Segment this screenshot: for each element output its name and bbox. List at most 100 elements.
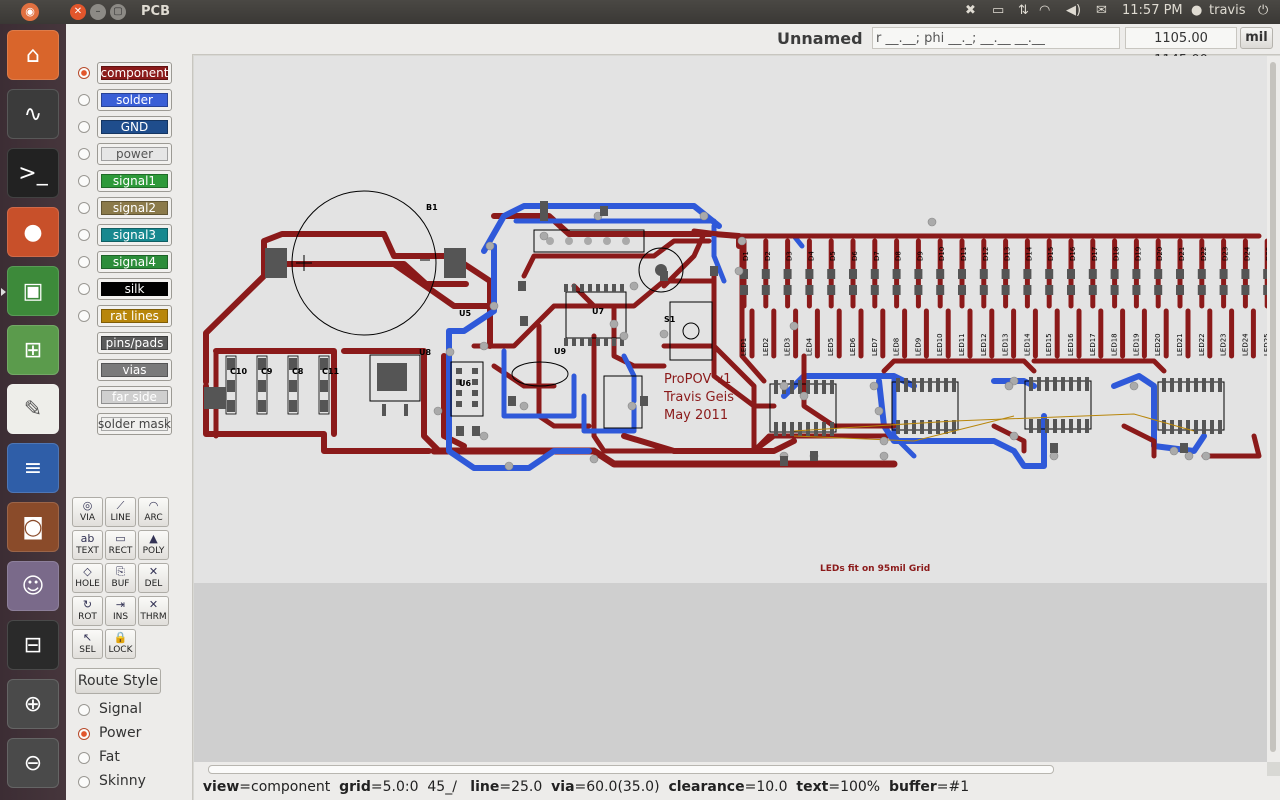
thrm-tool-button[interactable]: ✕ THRM: [138, 596, 169, 626]
buf-tool-button[interactable]: ⎘ BUF: [105, 563, 136, 593]
maximize-window-button[interactable]: ▢: [110, 4, 126, 20]
vertical-scroll-thumb[interactable]: [1270, 62, 1276, 752]
via: [1201, 451, 1211, 461]
dropbox-icon[interactable]: ✖: [965, 3, 976, 18]
route-style-radio[interactable]: [78, 704, 90, 716]
layer-select-radio[interactable]: [78, 121, 90, 133]
driver-ic-pad: [1053, 419, 1057, 433]
layer-select-radio[interactable]: [78, 283, 90, 295]
minimize-window-button[interactable]: –: [90, 4, 106, 20]
via: [699, 211, 709, 221]
mail-icon[interactable]: ✉: [1096, 3, 1107, 18]
layer-toggle-button[interactable]: signal3: [97, 224, 172, 246]
layer-select-radio[interactable]: [78, 229, 90, 241]
layer-toggle-button[interactable]: signal2: [97, 197, 172, 219]
route-style-label: Signal: [99, 701, 143, 717]
wifi-icon[interactable]: ◠: [1039, 3, 1050, 18]
network-icon[interactable]: ⇅: [1018, 3, 1029, 18]
view-toggle-button[interactable]: solder mask: [97, 413, 172, 435]
chip-pad: [472, 401, 478, 407]
poly-tool-button[interactable]: ▲ POLY: [138, 530, 169, 560]
line-tool-button[interactable]: ⟋ LINE: [105, 497, 136, 527]
system-monitor-icon[interactable]: ∿: [7, 89, 59, 139]
layer-select-radio[interactable]: [78, 202, 90, 214]
horizontal-scrollbar[interactable]: [194, 762, 1267, 776]
layer-row-GND: GND: [66, 116, 192, 140]
layer-toggle-button[interactable]: power: [97, 143, 172, 165]
pcb-layout[interactable]: D1 LED1 D2 LED2 D3 LED3 D4 LED4 D5 LED5 D6 LED6 D7 LE…: [194, 56, 1267, 762]
route-style-radio[interactable]: [78, 752, 90, 764]
text-tool-button[interactable]: ab TEXT: [72, 530, 103, 560]
rot-tool-button[interactable]: ↻ ROT: [72, 596, 103, 626]
units-toggle-button[interactable]: mil: [1240, 27, 1273, 49]
driver-ic-pad: [1194, 420, 1198, 434]
designator-label: U8: [419, 348, 431, 357]
hole-icon: ◇: [83, 565, 92, 578]
led-silk-label: LED18: [1111, 333, 1119, 356]
status-text: 100%: [840, 779, 881, 795]
gschem-icon[interactable]: ⊞: [7, 325, 59, 375]
clock[interactable]: 11:57 PM: [1122, 3, 1183, 18]
tool-label: POLY: [142, 546, 165, 556]
led-silk-label: LED21: [1176, 333, 1184, 356]
pidgin-icon[interactable]: ☺: [7, 561, 59, 611]
writer-icon[interactable]: ≡: [7, 443, 59, 493]
chip-pad: [472, 390, 478, 396]
layer-toggle-button[interactable]: solder: [97, 89, 172, 111]
ubuntu-logo-icon[interactable]: ◉: [21, 3, 39, 21]
sel-tool-button[interactable]: ↖ SEL: [72, 629, 103, 659]
lock-tool-button[interactable]: 🔒 LOCK: [105, 629, 136, 659]
close-window-button[interactable]: ✕: [70, 4, 86, 20]
terminal-icon[interactable]: >_: [7, 148, 59, 198]
driver-ic-pad: [1061, 377, 1065, 391]
del-tool-button[interactable]: ✕ DEL: [138, 563, 169, 593]
layer-toggle-button[interactable]: signal4: [97, 251, 172, 273]
layer-select-radio[interactable]: [78, 310, 90, 322]
user-status-icon[interactable]: ●: [1191, 3, 1202, 18]
volume-icon[interactable]: ◀): [1066, 3, 1081, 18]
user-name[interactable]: travis: [1209, 3, 1246, 18]
layer-label: signal3: [112, 228, 157, 242]
layer-select-radio[interactable]: [78, 94, 90, 106]
hole-tool-button[interactable]: ◇ HOLE: [72, 563, 103, 593]
view-label: vias: [122, 363, 147, 377]
layer-select-radio[interactable]: [78, 256, 90, 268]
home-folder-icon[interactable]: ⌂: [7, 30, 59, 80]
text-editor-icon[interactable]: ✎: [7, 384, 59, 434]
layer-toggle-button[interactable]: signal1: [97, 170, 172, 192]
layer-toggle-button[interactable]: component: [97, 62, 172, 84]
route-style-radio[interactable]: [78, 728, 90, 740]
pcb-app-icon[interactable]: ▣: [7, 266, 59, 316]
ins-tool-button[interactable]: ⇥ INS: [105, 596, 136, 626]
text-icon: ab: [80, 532, 95, 545]
tool-label: THRM: [140, 612, 167, 622]
files-search-icon[interactable]: ⊖: [7, 738, 59, 788]
route-style-radio[interactable]: [78, 776, 90, 788]
horizontal-scroll-thumb[interactable]: [208, 765, 1054, 774]
led-pad: [1197, 269, 1206, 279]
layer-toggle-button[interactable]: rat lines: [97, 305, 172, 327]
view-toggle-button[interactable]: vias: [97, 359, 172, 381]
layer-select-radio[interactable]: [78, 148, 90, 160]
layer-toggle-button[interactable]: GND: [97, 116, 172, 138]
board-canvas[interactable]: D1 LED1 D2 LED2 D3 LED3 D4 LED4 D5 LED5 D6 LED6 D7 LE…: [194, 56, 1267, 762]
power-icon[interactable]: ⏻: [1258, 3, 1268, 18]
via-tool-button[interactable]: ◎ VIA: [72, 497, 103, 527]
rect-tool-button[interactable]: ▭ RECT: [105, 530, 136, 560]
display-icon[interactable]: ▭: [992, 3, 1004, 18]
layer-toggle-button[interactable]: silk: [97, 278, 172, 300]
arc-tool-button[interactable]: ◠ ARC: [138, 497, 169, 527]
mcu-pad: [580, 284, 584, 292]
top-panel: ◉ ✕ – ▢ PCB ✖ ▭ ⇅ ◠ ◀) ✉ 11:57 PM ● trav…: [0, 0, 1280, 24]
layer-row-signal4: signal4: [66, 251, 192, 275]
workspace-switcher-icon[interactable]: ⊟: [7, 620, 59, 670]
layer-select-radio[interactable]: [78, 67, 90, 79]
layer-select-radio[interactable]: [78, 175, 90, 187]
view-toggle-button[interactable]: pins/pads: [97, 332, 172, 354]
vertical-scrollbar[interactable]: [1267, 56, 1280, 762]
view-toggle-button[interactable]: far side: [97, 386, 172, 408]
route-style-button[interactable]: Route Style: [75, 668, 161, 694]
software-center-icon[interactable]: ◙: [7, 502, 59, 552]
firefox-icon[interactable]: ●: [7, 207, 59, 257]
dash-search-icon[interactable]: ⊕: [7, 679, 59, 729]
